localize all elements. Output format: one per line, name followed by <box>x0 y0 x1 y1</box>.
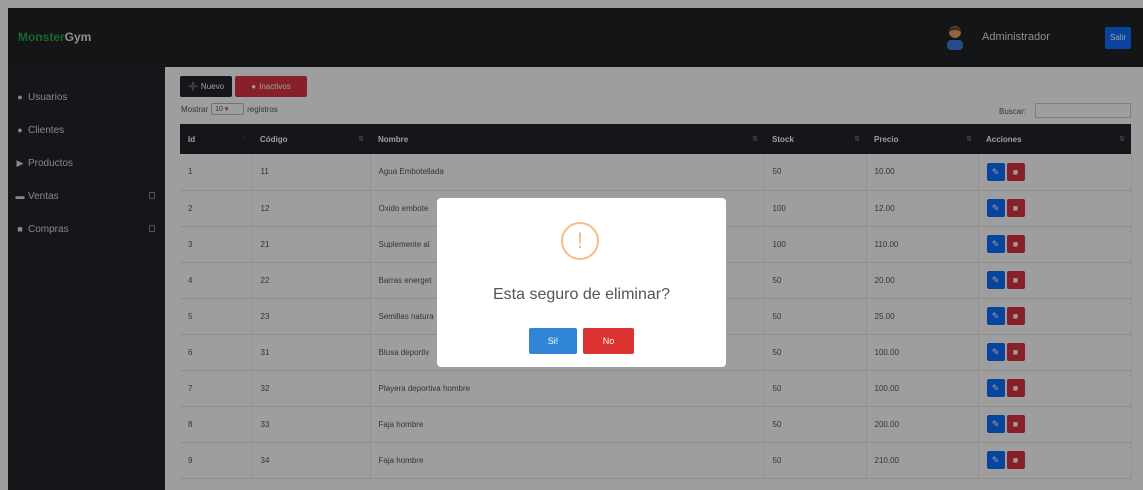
modal-overlay[interactable]: ! Esta seguro de eliminar? Si! No <box>0 0 1143 490</box>
dialog-title: Esta seguro de eliminar? <box>493 286 670 303</box>
confirm-dialog: ! Esta seguro de eliminar? Si! No <box>437 198 726 367</box>
cancel-button[interactable]: No <box>583 328 634 354</box>
confirm-button[interactable]: Si! <box>529 328 577 354</box>
warning-icon: ! <box>561 222 599 260</box>
